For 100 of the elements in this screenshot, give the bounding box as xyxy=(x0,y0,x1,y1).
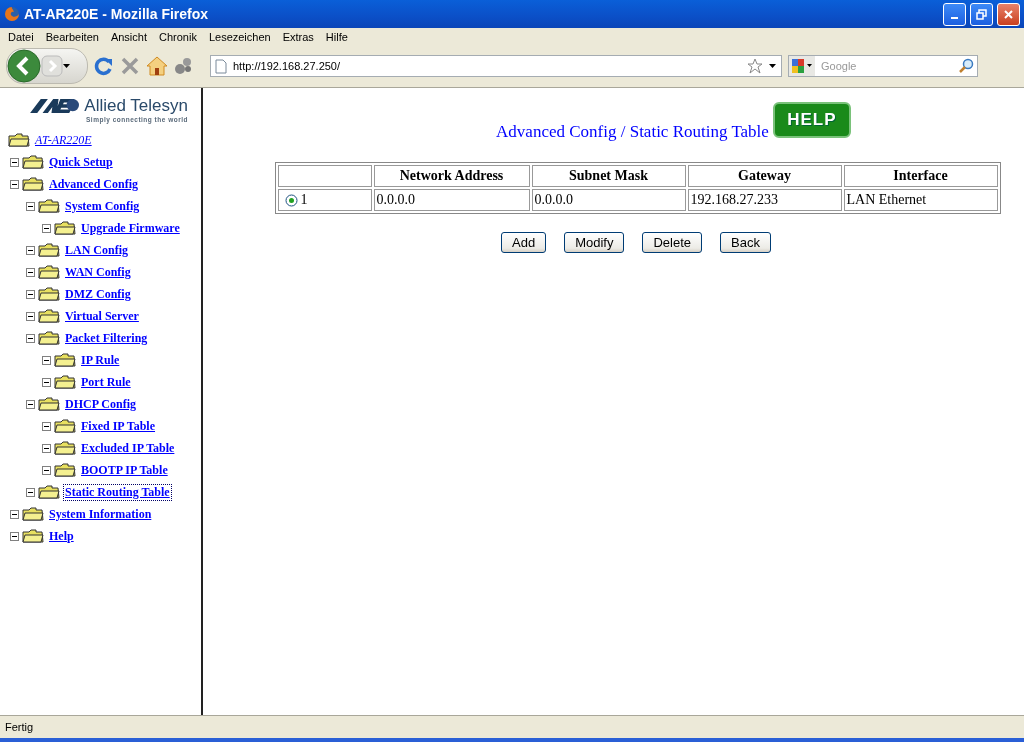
tree-link[interactable]: AT-AR220E xyxy=(33,131,94,149)
radio-button[interactable] xyxy=(284,194,298,208)
star-icon[interactable] xyxy=(747,58,763,74)
folder-icon xyxy=(38,287,60,301)
dropdown-icon[interactable] xyxy=(769,63,777,69)
close-button[interactable] xyxy=(997,2,1020,26)
collapse-icon[interactable] xyxy=(26,201,35,211)
logo-icon xyxy=(30,98,81,114)
back-icon[interactable] xyxy=(7,49,41,83)
minimize-icon xyxy=(951,17,958,19)
tree-link[interactable]: Packet Filtering xyxy=(63,329,150,347)
window-title: AT-AR220E - Mozilla Firefox xyxy=(24,6,210,22)
table-cell: 0.0.0.0 xyxy=(373,189,530,211)
folder-icon xyxy=(38,309,60,323)
menu-item[interactable]: Chronik xyxy=(153,30,203,43)
column-header: Interface xyxy=(843,165,998,187)
menu-item[interactable]: Ansicht xyxy=(104,30,153,43)
folder-icon xyxy=(38,331,60,345)
collapse-icon[interactable] xyxy=(26,399,35,409)
folder-icon xyxy=(22,529,44,543)
close-icon xyxy=(1003,8,1014,20)
menu-item[interactable]: Extras xyxy=(276,30,320,43)
collapse-icon[interactable] xyxy=(10,509,19,519)
folder-icon xyxy=(38,397,60,411)
tree-link[interactable]: Fixed IP Table xyxy=(79,417,158,435)
tree-link[interactable]: Virtual Server xyxy=(63,307,141,325)
collapse-icon[interactable] xyxy=(42,443,51,453)
tree-link[interactable]: Quick Setup xyxy=(47,153,115,171)
search-bar[interactable]: Google xyxy=(788,55,978,77)
tree-link[interactable]: DHCP Config xyxy=(63,395,138,413)
column-header: Gateway xyxy=(687,165,842,187)
collapse-icon[interactable] xyxy=(42,223,51,233)
tree-link[interactable]: System Config xyxy=(63,197,142,215)
action-button[interactable]: Add xyxy=(501,232,547,253)
collapse-icon[interactable] xyxy=(42,465,51,475)
row-index: 1 xyxy=(300,192,308,207)
collapse-icon[interactable] xyxy=(10,179,19,189)
collapse-icon[interactable] xyxy=(42,355,51,365)
dropdown-icon[interactable] xyxy=(63,63,71,69)
address-bar[interactable]: http://192.168.27.250/ xyxy=(210,55,782,77)
status-text: Fertig xyxy=(5,721,34,733)
table-cell: 192.168.27.233 xyxy=(687,189,842,211)
folder-icon xyxy=(38,265,60,279)
collapse-icon[interactable] xyxy=(26,487,35,497)
folder-icon xyxy=(38,199,60,213)
action-button[interactable]: Modify xyxy=(564,232,625,253)
tree-link[interactable]: BOOTP IP Table xyxy=(79,461,170,479)
addon-icon[interactable] xyxy=(174,57,194,75)
column-header: Subnet Mask xyxy=(531,165,686,187)
tree-link[interactable]: WAN Config xyxy=(63,263,133,281)
minimize-button[interactable] xyxy=(943,2,966,26)
folder-icon xyxy=(54,463,76,477)
reload-icon[interactable] xyxy=(94,56,114,76)
tree-link[interactable]: Help xyxy=(47,527,76,545)
collapse-icon[interactable] xyxy=(26,333,35,343)
table-cell: 0.0.0.0 xyxy=(531,189,686,211)
collapse-icon[interactable] xyxy=(10,531,19,541)
folder-icon xyxy=(22,507,44,521)
column-header: Network Address xyxy=(373,165,530,187)
page-title: Advanced Config / Static Routing Table xyxy=(496,122,769,142)
restore-button[interactable] xyxy=(970,2,993,26)
collapse-icon[interactable] xyxy=(10,157,19,167)
folder-icon xyxy=(38,485,60,499)
tree-link[interactable]: Upgrade Firmware xyxy=(79,219,182,237)
tree-link[interactable]: LAN Config xyxy=(63,241,130,259)
collapse-icon[interactable] xyxy=(26,289,35,299)
tree-link[interactable]: DMZ Config xyxy=(63,285,133,303)
collapse-icon[interactable] xyxy=(26,311,35,321)
collapse-icon[interactable] xyxy=(42,377,51,387)
home-icon[interactable] xyxy=(146,56,168,76)
menu-item[interactable]: Hilfe xyxy=(319,30,354,43)
menu-item[interactable]: Bearbeiten xyxy=(39,30,105,43)
folder-icon xyxy=(22,155,44,169)
page-icon xyxy=(215,58,227,74)
tree-link[interactable]: IP Rule xyxy=(79,351,122,369)
restore-icon xyxy=(976,8,987,20)
tree-link[interactable]: System Information xyxy=(47,505,154,523)
tree-link[interactable]: Static Routing Table xyxy=(63,483,172,501)
action-button[interactable]: Back xyxy=(720,232,771,253)
folder-icon xyxy=(22,177,44,191)
logo-text: Allied Telesyn xyxy=(84,96,188,116)
folder-icon xyxy=(54,353,76,367)
tree-link[interactable]: Advanced Config xyxy=(47,175,140,193)
tree-link[interactable]: Port Rule xyxy=(79,373,133,391)
menu-item[interactable]: Datei xyxy=(2,30,40,43)
search-icon[interactable] xyxy=(958,58,974,74)
action-button[interactable]: Delete xyxy=(642,232,703,253)
menu-item[interactable]: Lesezeichen xyxy=(202,30,277,43)
collapse-icon[interactable] xyxy=(42,421,51,431)
help-button[interactable]: HELP xyxy=(772,102,851,138)
table-cell: LAN Ethernet xyxy=(843,189,998,211)
browser-logo-icon xyxy=(4,6,20,22)
folder-icon xyxy=(54,221,76,235)
folder-icon xyxy=(8,133,30,147)
collapse-icon[interactable] xyxy=(26,245,35,255)
tree-link[interactable]: Excluded IP Table xyxy=(79,439,177,457)
folder-icon xyxy=(54,419,76,433)
search-engine-icon[interactable] xyxy=(789,56,815,76)
collapse-icon[interactable] xyxy=(26,267,35,277)
folder-icon xyxy=(38,243,60,257)
